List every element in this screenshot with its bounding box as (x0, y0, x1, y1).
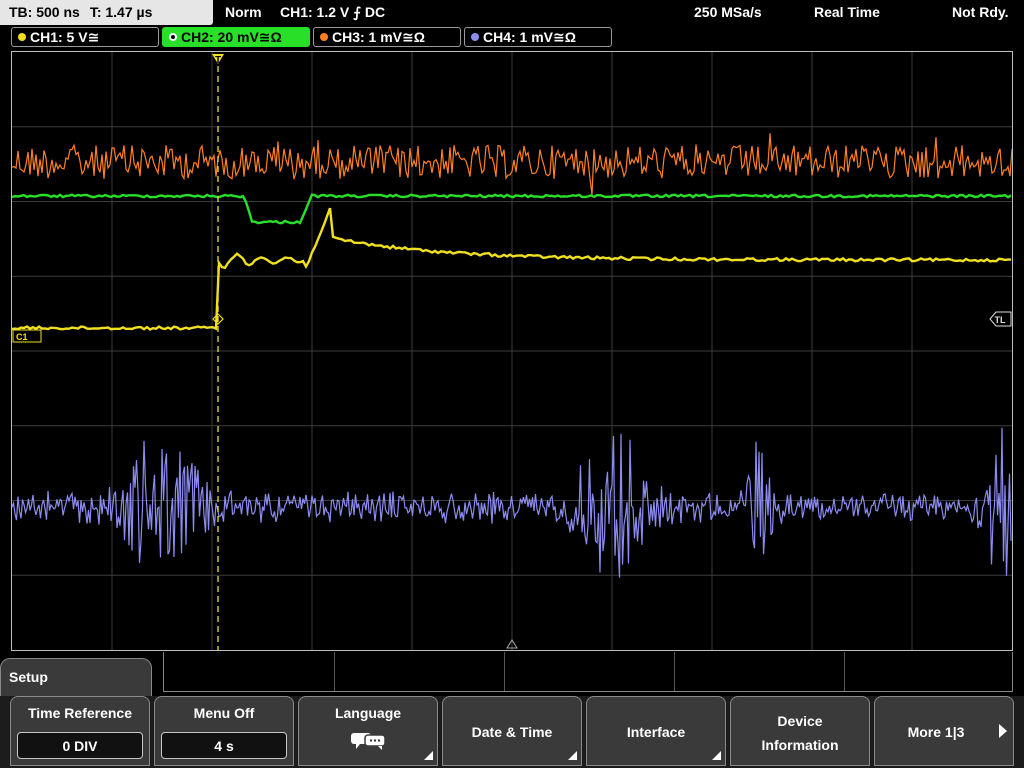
channel-4-button[interactable]: CH4: 1 mV≅Ω (464, 27, 612, 47)
menu-off-value: 4 s (161, 732, 287, 759)
trigger-level-label: TL (995, 315, 1006, 325)
timebase-value: TB: 500 ns (9, 4, 80, 20)
waveform-canvas: T TL C1 (12, 52, 1012, 650)
acquisition-status: Not Rdy. (952, 4, 1009, 20)
ch1-offset-marker[interactable]: C1 (12, 329, 42, 343)
more-softkey[interactable]: More 1|3 (874, 696, 1014, 766)
time-reference-value: 0 DIV (17, 732, 143, 759)
language-label: Language (334, 705, 402, 721)
time-reference-label: Time Reference (27, 705, 132, 721)
channel-3-dot-icon (320, 33, 328, 41)
channel-1-label: CH1: 5 V≅ (30, 29, 100, 45)
channel-bar: CH1: 5 V≅ CH2: 20 mV≅Ω CH3: 1 mV≅Ω CH4: … (0, 26, 1024, 48)
submenu-indicator-icon (424, 751, 433, 760)
timebase-box[interactable]: TB: 500 ns T: 1.47 µs (0, 0, 213, 25)
channel-4-dot-icon (471, 33, 479, 41)
channel-3-button[interactable]: CH3: 1 mV≅Ω (313, 27, 461, 47)
trigger-mode[interactable]: Norm (225, 4, 262, 20)
waveform-display[interactable]: T TL C1 (11, 51, 1013, 651)
acquisition-mode: Real Time (814, 4, 880, 20)
interface-softkey[interactable]: Interface (586, 696, 726, 766)
interface-label: Interface (626, 724, 686, 740)
device-information-label-1: Device (777, 713, 823, 729)
channel-2-button[interactable]: CH2: 20 mV≅Ω (162, 27, 310, 47)
trigger-time-value: T: 1.47 µs (89, 4, 153, 20)
menu-off-softkey[interactable]: Menu Off 4 s (154, 696, 294, 766)
submenu-indicator-icon (568, 751, 577, 760)
device-information-label-2: Information (761, 737, 839, 753)
trigger-position-label: T (215, 55, 221, 66)
menu-title-tab: Setup (0, 658, 152, 696)
menu-off-label: Menu Off (193, 705, 255, 721)
sample-rate: 250 MSa/s (694, 4, 762, 20)
channel-1-button[interactable]: CH1: 5 V≅ (11, 27, 159, 47)
language-softkey[interactable]: Language (298, 696, 438, 766)
info-strip (163, 652, 1013, 692)
trigger-source[interactable]: CH1: 1.2 V ⨍ DC (280, 4, 385, 21)
status-bar: TB: 500 ns T: 1.47 µs Norm CH1: 1.2 V ⨍ D… (0, 0, 1024, 25)
softkey-bar: Time Reference 0 DIV Menu Off 4 s Langua… (0, 696, 1024, 768)
channel-2-dot-icon (169, 33, 177, 41)
date-time-softkey[interactable]: Date & Time (442, 696, 582, 766)
date-time-label: Date & Time (471, 724, 553, 740)
submenu-indicator-icon (712, 751, 721, 760)
trigger-level-marker[interactable]: TL (989, 311, 1012, 327)
menu-title: Setup (9, 669, 48, 685)
graticule (12, 52, 1012, 650)
speech-bubbles-icon (351, 733, 386, 750)
channel-2-label: CH2: 20 mV≅Ω (181, 29, 282, 45)
channel-3-label: CH3: 1 mV≅Ω (332, 29, 425, 45)
device-information-softkey[interactable]: Device Information (730, 696, 870, 766)
more-label: More 1|3 (907, 724, 965, 740)
channel-1-dot-icon (18, 33, 26, 41)
time-reference-softkey[interactable]: Time Reference 0 DIV (10, 696, 150, 766)
next-page-arrow-icon (999, 724, 1007, 738)
ch1-offset-label: C1 (16, 332, 28, 342)
channel-4-label: CH4: 1 mV≅Ω (483, 29, 576, 45)
